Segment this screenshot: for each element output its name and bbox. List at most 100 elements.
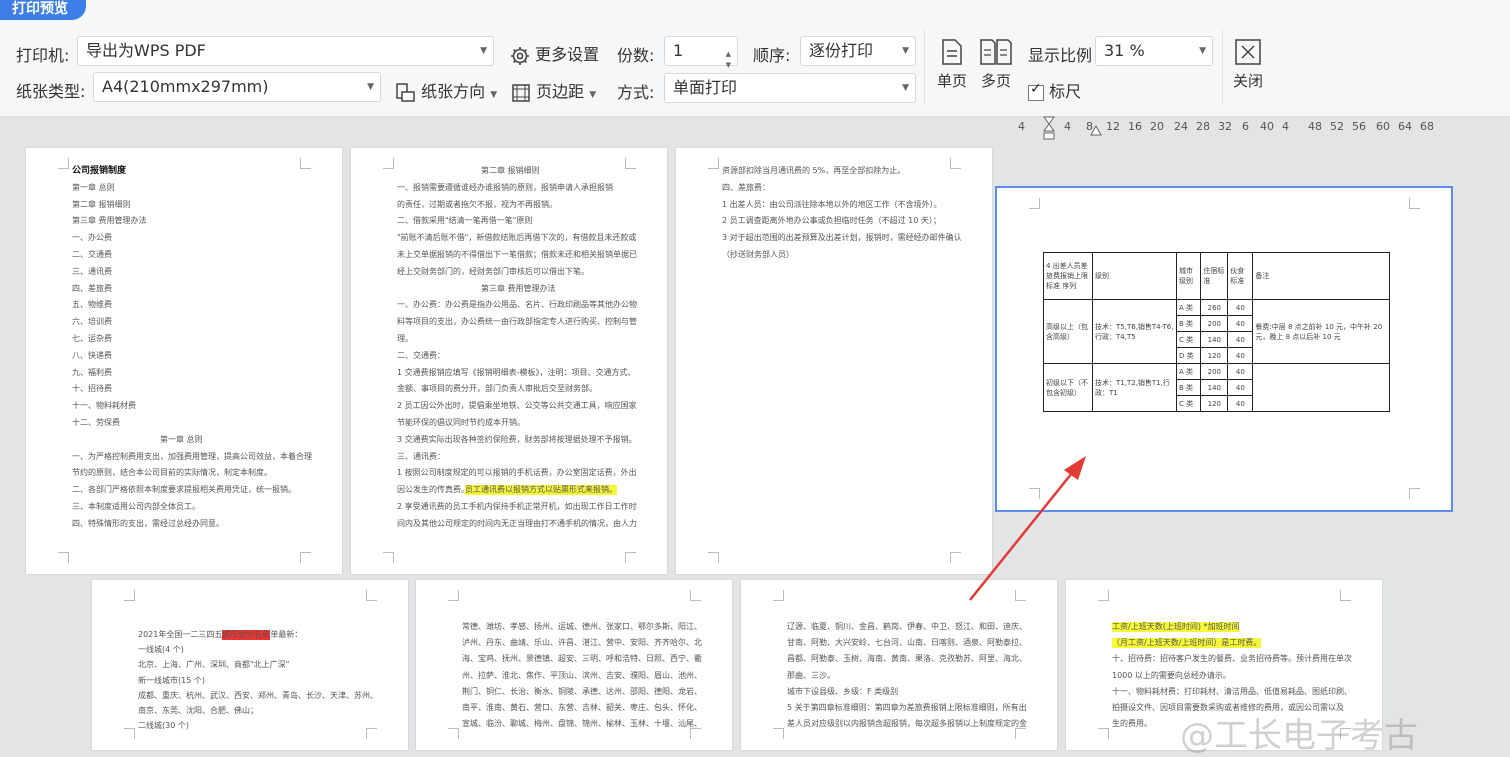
page-text-line: 节约的原则，结合本公司目前的实际情况，制定本制度。 [72,468,272,478]
page-text-line: 常德、潍坊、孝感、扬州、运城、德州、张家口、鄂尔多斯、阳江、 [462,622,702,631]
page-corner-mark [625,158,636,169]
page-text-line: 十一、物料耗材费 [72,401,136,411]
page-text-line: （抄送财务部人员） [722,250,794,259]
page-text-line: 二、交通费 [72,250,112,259]
page-corner-mark [366,590,377,601]
order-select[interactable]: 逐份打印 ▼ [800,36,916,66]
paper-orientation-button[interactable]: 纸张方向 ▼ [394,78,497,104]
single-page-button[interactable]: 单页 [934,38,970,91]
page-text-line: 八、快递费 [72,350,112,360]
table-cell: 40 [1227,395,1254,412]
table-cell: B 类 [1176,379,1202,396]
margins-button[interactable]: 页边距 ▼ [511,78,596,103]
page-text-line: 1 交通费报销应填写《报销明细表-模板》，注明：项目、交通方式、 [397,367,636,377]
more-settings-button[interactable]: 更多设置 [510,41,599,66]
page-text-line: 新一线城市(15 个) [138,675,205,685]
page-text-line: 海、宝鸡、抚州、景德镇、超安、三明、呼和浩特、日照、西宁、衢 [462,654,702,664]
page-text-line: 理。 [397,334,413,343]
page-corner-mark [950,552,961,563]
page-text-line: 十二、劳保费 [72,418,120,427]
page-text-line: 一、办公费 [72,233,112,243]
page-corner-mark [1409,198,1420,209]
page-text-line: 南京、东莞、沈阳、合肥、佛山； [138,706,258,715]
page-corner-mark [708,158,719,169]
page-text-line: "前账不清后账不借"，新借款结账后再借下次的，有借款且未还款或 [397,233,637,243]
table-cell: C 类 [1176,331,1202,348]
table-cell [1252,363,1390,412]
ruler-checkbox[interactable]: ✓ 标尺 [1028,78,1081,102]
copies-stepper[interactable]: 1 ▲ ▼ [664,36,738,69]
margins-icon [512,83,530,102]
preview-page-3[interactable]: 资源部扣除当月通讯费的 5%，再至全部扣除为止。 四、差旅费： 1 出差人员：由公司… [676,148,992,574]
table-cell: 40 [1227,379,1254,396]
page-text-line: 第二章 报销细则 [72,199,131,209]
order-value: 逐份打印 [809,41,874,60]
zoom-select[interactable]: 31 % ▼ [1095,36,1213,66]
chevron-down-icon: ▼ [1199,46,1206,56]
single-page-icon [942,39,962,65]
ruler-tick-label: 4 [1064,120,1071,133]
page-text-line: 三、通讯费 [72,266,112,276]
page-text-line: 三、通讯费： [397,451,445,461]
ruler-tick-label: 4 [1018,120,1025,133]
page-text-line: 辽源、临夏、铜川、金昌、鹤岗、伊春、中卫、怒江、和田、迪庆、 [787,622,1027,631]
page-text-line: 3 交通费实际出现各种签约保险费，财务部将按理据处理不予报销。 [397,434,637,444]
mode-select[interactable]: 单面打印 ▼ [664,73,916,103]
page-corner-mark [300,158,311,169]
page-text-line: 昌都、阿勒泰、玉树、海南、黄南、果洛、克孜勒苏、阿里、海北、 [787,654,1027,664]
printer-select[interactable]: 导出为WPS PDF ▼ [77,36,494,66]
page-corner-mark [625,552,636,563]
printer-value: 导出为WPS PDF [86,41,206,60]
page-text-line: 一线城(4 个) [138,645,184,655]
highlighted-text: 城市划分名单 [222,630,270,640]
page-corner-mark [1015,590,1026,601]
divider [924,30,925,104]
page-text-line: 2021年全国一二三四五线城市划分名单最新： [138,630,303,639]
page-corner-mark [708,552,719,563]
page-text-line: 一、办公费：办公费是指办公用品、名片、行政印刷品等其他办公物 [397,300,637,310]
page-text-line: （月工资/上班天数/上班时间）是工时费。 [1112,638,1262,649]
preview-page-6[interactable]: 常德、潍坊、孝感、扬州、运城、德州、张家口、鄂尔多斯、阳江、 泸州、丹东、曲靖、乐… [416,580,732,750]
table-cell: 260 [1200,299,1229,316]
page-text-line: 城市下设县级、乡级：F 类级别 [787,686,899,696]
ruler-tick-label: 24 [1174,120,1188,133]
checkbox-checked-icon[interactable]: ✓ [1028,81,1044,101]
preview-page-7[interactable]: 辽源、临夏、铜川、金昌、鹤岗、伊春、中卫、怒江、和田、迪庆、 甘南、阿勒、大兴安岭… [741,580,1057,750]
indent-marker-icon[interactable] [1042,116,1056,142]
preview-page-2[interactable]: 第二章 报销细则 一、报销需要遵循谁经办谁报销的原则，报销申请人承担报销 的责任，过… [351,148,667,574]
ruler-tick-label: 6 [1242,120,1249,133]
zoom-value: 31 % [1104,41,1145,60]
close-button[interactable]: 关闭 [1228,38,1268,91]
page-corner-mark [1029,198,1040,209]
page-text-line: 十、招待费：招待客户发生的餐费、业务招待费等。预计费用在单次 [1112,654,1352,664]
page-text-line: 甘南、阿勒、大兴安岭、七台河、山南、日喀则、酒泉、阿勒泰拉、 [787,638,1027,648]
paper-type-select[interactable]: A4(210mmx297mm) ▼ [93,72,381,102]
table-cell: 高级以上（包含高级） [1043,299,1093,364]
page-text-line: 因公发生的传真费。 [397,485,469,495]
ruler-tick-label: 52 [1330,120,1344,133]
table-cell: 初级以下（不包含初级） [1043,363,1093,412]
page-text-line: 金额、事项目的费分开，部门负责人审批后交至财务部。 [397,384,597,394]
preview-page-4-selected[interactable]: 4 出差人员差旅费报销上限标准 序列 级别 城市级别 住宿标准 伙食标准 备注 高级以上（包… [995,186,1453,512]
page-text-line: 十、招待费 [72,384,112,394]
paper-type-value: A4(210mmx297mm) [102,77,269,96]
page-text-line: 3 对于超出范围的出差预算及出差计划，报销时，需经经办邮件确认 [722,233,962,243]
ruler-tick-label: 48 [1308,120,1322,133]
chevron-down-icon: ▼ [490,90,498,100]
table-cell: 40 [1227,347,1254,364]
page-text-line: 料等项目的支出，办公费统一由行政部指定专人进行购买、控制与管 [397,317,637,327]
page-text-line: 未上交单据报销的不得借出下一笔借款；借款未还和相关报销单据已 [397,250,637,259]
preview-page-5[interactable]: 2021年全国一二三四五线城市划分名单最新： 一线城(4 个) 北京、上海、广州、深… [92,580,408,750]
table-cell: 4 出差人员差旅费报销上限标准 序列 [1043,252,1093,300]
page-corner-mark [124,590,135,601]
table-cell: 伙食标准 [1227,252,1254,300]
multi-page-button[interactable]: 多页 [976,38,1016,91]
page-text-line: 1000 以上的需要向总经办请示。 [1112,670,1231,680]
preview-page-1[interactable]: 公司报销制度 第一章 总则 第二章 报销细则 第三章 费用管理办法 一、办公费 二、交通费… [26,148,342,574]
ruler-tick-label: 56 [1352,120,1366,133]
margins-label: 页边距 [536,82,585,101]
page-text-line: 四、特殊情形的支出，需经过总经办同意。 [72,518,224,528]
orientation-icon [396,82,415,102]
page-text-line: 九、福利费 [72,367,112,377]
table-row: 高级以上（包含高级） 技术：T5,T6,销售T4-T6,行政：T4,T5 A 类 26… [1043,299,1390,364]
